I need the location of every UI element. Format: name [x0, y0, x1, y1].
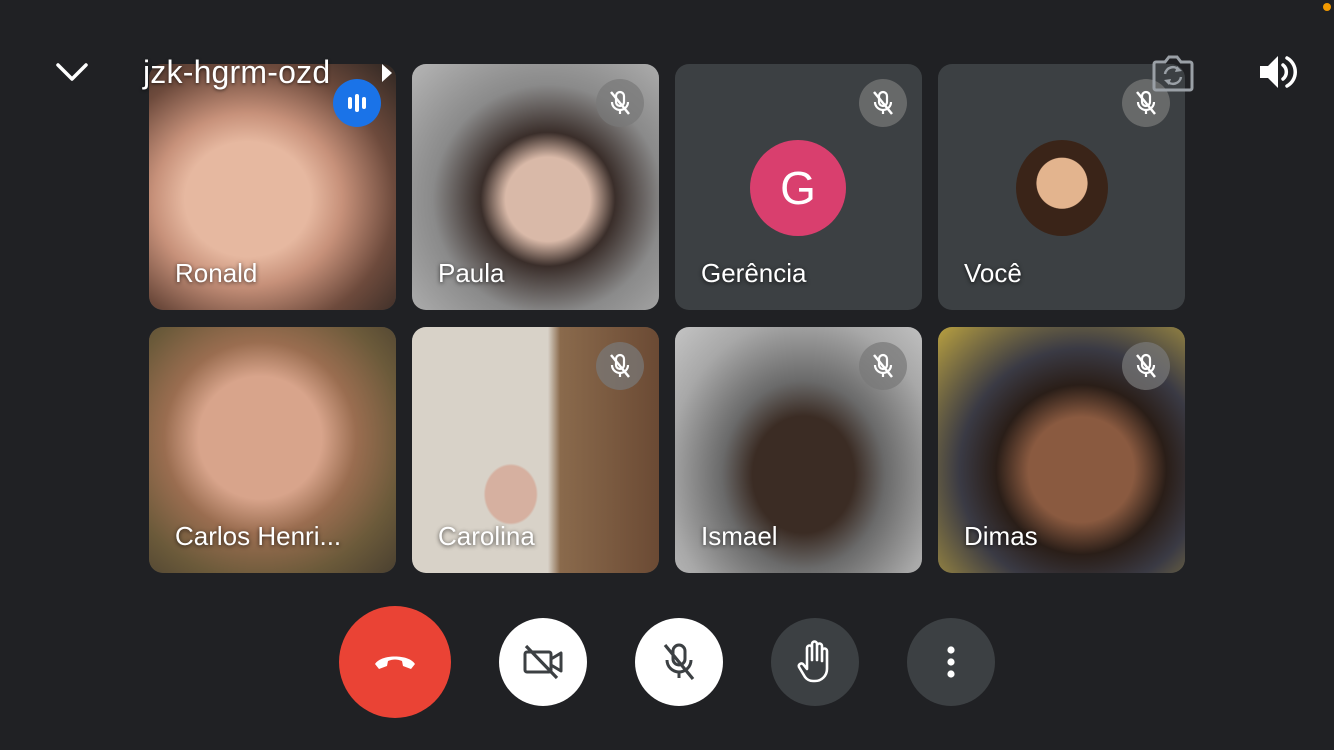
mic-off-icon [663, 643, 695, 681]
camera-toggle-button[interactable] [499, 618, 587, 706]
muted-mic-icon [596, 342, 644, 390]
participant-name: Paula [438, 258, 505, 288]
more-vertical-icon [947, 646, 955, 678]
chevron-down-icon [56, 63, 88, 81]
participant-name: Ronald [175, 258, 258, 288]
microphone-toggle-button[interactable] [635, 618, 723, 706]
more-options-button[interactable] [907, 618, 995, 706]
muted-mic-icon [859, 342, 907, 390]
speaking-indicator-icon [333, 79, 381, 127]
muted-mic-icon [596, 79, 644, 127]
participant-tile-carolina[interactable]: Carolina [412, 327, 659, 573]
phone-hangup-icon [375, 656, 415, 669]
call-controls-bar [0, 606, 1334, 718]
participant-tile-voce[interactable]: Você [938, 64, 1185, 310]
end-call-button[interactable] [339, 606, 451, 718]
participant-tile-dimas[interactable]: Dimas [938, 327, 1185, 573]
speaker-volume-icon [1260, 56, 1297, 88]
participant-name: Carolina [438, 521, 535, 551]
participant-tile-ismael[interactable]: Ismael [675, 327, 922, 573]
participant-name: Você [964, 258, 1022, 288]
participant-tile-ronald[interactable]: Ronald [149, 64, 396, 310]
participant-name: Dimas [964, 521, 1038, 551]
muted-mic-icon [1122, 342, 1170, 390]
muted-mic-icon [859, 79, 907, 127]
raise-hand-button[interactable] [771, 618, 859, 706]
avatar [1016, 140, 1108, 236]
audio-output-button[interactable] [1254, 50, 1300, 94]
switch-camera-icon [1152, 55, 1194, 92]
participant-name: Carlos Henri... [175, 521, 342, 551]
participant-name: Gerência [701, 258, 807, 288]
camera-off-icon [523, 644, 563, 680]
participant-tile-gerencia[interactable]: G Gerência [675, 64, 922, 310]
avatar: G [750, 140, 846, 236]
participant-name: Ismael [701, 521, 778, 551]
participant-tile-carlos[interactable]: Carlos Henri... [149, 327, 396, 573]
raise-hand-icon [797, 640, 829, 683]
meeting-details-arrow-icon[interactable] [380, 62, 394, 89]
participant-tile-paula[interactable]: Paula [412, 64, 659, 310]
meeting-code[interactable]: jzk-hgrm-ozd [143, 52, 330, 92]
collapse-chevron-button[interactable] [52, 52, 92, 92]
switch-camera-button[interactable] [1150, 52, 1196, 94]
participants-grid: Ronald Paula G Gerência Você Carlos Henr… [149, 64, 1185, 574]
recording-indicator-dot [1323, 3, 1331, 11]
